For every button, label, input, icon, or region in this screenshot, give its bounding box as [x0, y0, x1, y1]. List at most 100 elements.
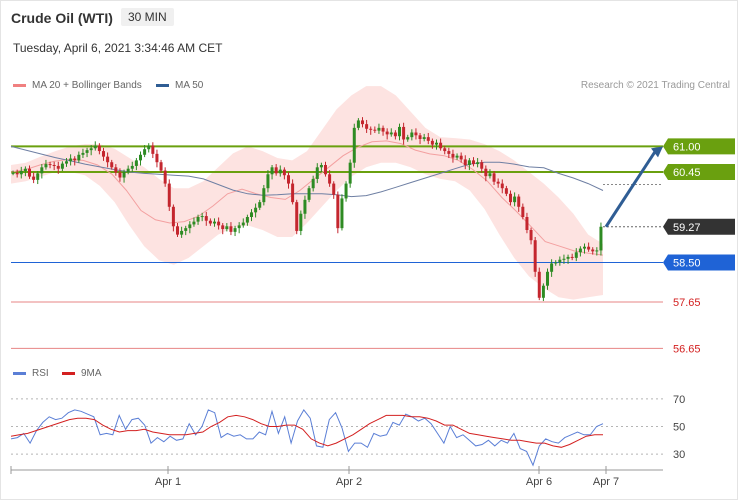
candle-body — [537, 271, 541, 298]
candle-body — [44, 164, 48, 168]
candle-body — [533, 240, 537, 272]
candle-body — [250, 212, 253, 217]
level-label-56.65: 56.65 — [673, 343, 701, 355]
candle-body — [583, 246, 586, 249]
candle-body — [311, 178, 315, 189]
candle-body — [258, 202, 262, 208]
candle-body — [443, 148, 447, 152]
rsi-series-9MA — [10, 414, 603, 448]
candle-body — [278, 169, 282, 174]
candle-body — [287, 175, 290, 184]
candle-body — [332, 183, 336, 195]
candle-body — [591, 249, 595, 252]
candle-body — [73, 158, 77, 161]
candle-body — [110, 162, 114, 168]
candle-body — [19, 171, 23, 175]
candle-body — [385, 131, 389, 135]
candle-body — [291, 183, 295, 203]
level-label-60.45: 60.45 — [673, 167, 701, 179]
candle-body — [204, 216, 208, 221]
candle-body — [472, 160, 475, 165]
candle-body — [336, 194, 340, 229]
candle-body — [315, 167, 319, 179]
candle-body — [348, 162, 352, 184]
candle-body — [496, 181, 500, 184]
candle-body — [328, 174, 332, 184]
rsi-series-RSI — [10, 408, 604, 467]
candle-body — [352, 127, 356, 163]
candle-body — [599, 226, 603, 251]
candle-body — [373, 129, 377, 131]
candle-body — [274, 167, 278, 174]
candle-body — [167, 183, 171, 207]
candle-body — [130, 165, 134, 169]
candle-body — [303, 199, 307, 214]
candle-body — [155, 153, 159, 163]
x-tick-apr7: Apr 7 — [592, 476, 620, 488]
candle-body — [550, 263, 554, 272]
candle-body — [221, 225, 225, 230]
candle-body — [102, 151, 105, 157]
candle-body — [393, 132, 397, 137]
candle-body — [319, 165, 323, 168]
candle-body — [595, 250, 599, 252]
candle-body — [106, 156, 110, 163]
candle-body — [163, 170, 167, 184]
candle-body — [184, 228, 188, 231]
level-label-58.50: 58.50 — [673, 258, 701, 270]
candle-body — [245, 217, 249, 223]
candle-body — [85, 150, 89, 153]
candle-body — [254, 207, 258, 213]
rsi-tick-70: 70 — [673, 394, 685, 406]
candle-body — [463, 159, 467, 165]
candle-body — [504, 188, 508, 194]
candle-body — [200, 216, 204, 218]
level-label-59.27: 59.27 — [673, 222, 701, 234]
candle-body — [28, 168, 31, 177]
rsi-tick-30: 30 — [673, 449, 685, 461]
candle-body — [389, 132, 393, 135]
candle-body — [237, 225, 241, 229]
candle-body — [52, 165, 56, 166]
candle-body — [126, 168, 130, 172]
candle-body — [500, 183, 504, 189]
candle-body — [208, 220, 212, 224]
candle-body — [225, 226, 229, 230]
candle-body — [439, 142, 443, 149]
candle-body — [188, 224, 192, 229]
candle-body — [426, 137, 430, 141]
candle-body — [430, 140, 434, 145]
candle-body — [480, 162, 484, 169]
candle-body — [566, 256, 570, 259]
candle-body — [262, 188, 266, 203]
candle-body — [151, 145, 155, 154]
candle-body — [122, 171, 126, 178]
candle-body — [307, 188, 311, 200]
candle-body — [171, 206, 175, 227]
candle-body — [147, 145, 151, 150]
candle-body — [554, 262, 558, 264]
candle-body — [410, 132, 414, 138]
candle-body — [513, 196, 517, 203]
candle-body — [89, 148, 93, 151]
level-label-61.00: 61.00 — [673, 141, 701, 153]
candle-body — [455, 155, 459, 158]
candle-body — [344, 183, 348, 199]
candle-body — [517, 196, 521, 207]
candle-body — [143, 149, 147, 155]
x-tick-apr1: Apr 1 — [154, 476, 182, 488]
candle-body — [406, 137, 410, 140]
candle-body — [229, 226, 233, 232]
candle-body — [476, 162, 480, 165]
rsi-tick-50: 50 — [673, 422, 685, 434]
price-chart: 61.00 60.45 59.27 58.50 57.65 56.65 70 50 30 — [10, 86, 735, 474]
candle-body — [451, 153, 455, 158]
candle-body — [299, 213, 303, 231]
candle-body — [36, 173, 40, 180]
candle-body — [217, 221, 221, 226]
candle-body — [369, 128, 373, 130]
candle-body — [48, 164, 52, 166]
candle-body — [233, 228, 237, 232]
x-tick-apr2: Apr 2 — [335, 476, 363, 488]
candle-body — [118, 172, 122, 178]
